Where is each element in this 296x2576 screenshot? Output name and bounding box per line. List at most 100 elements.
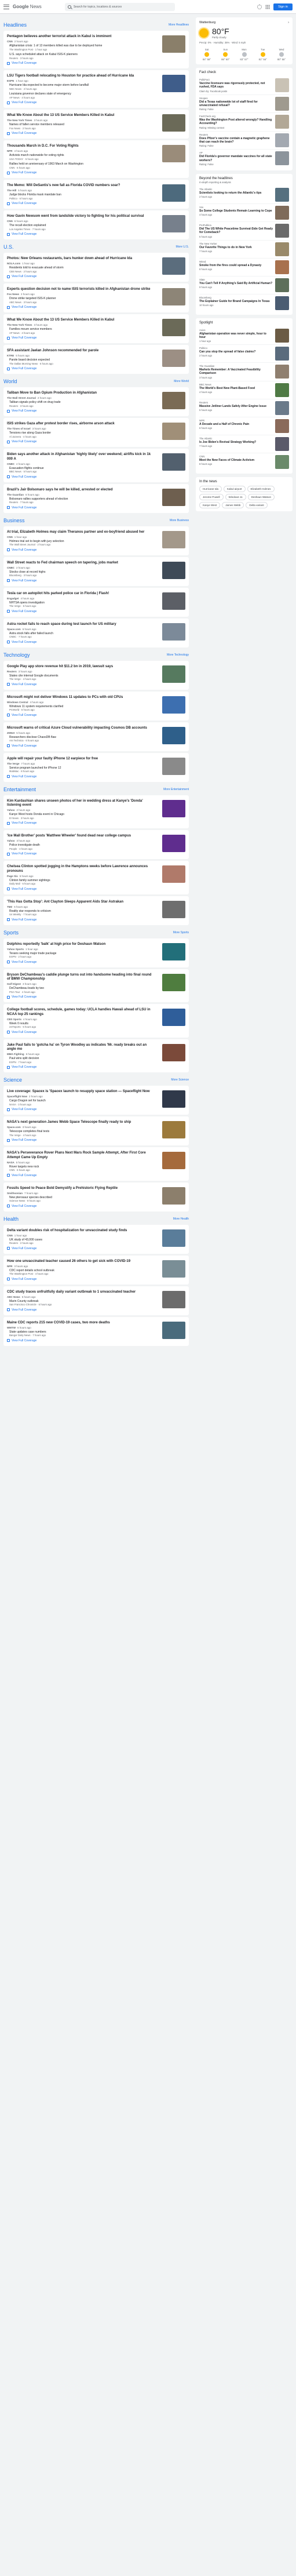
full-coverage-link[interactable]: View Full Coverage <box>7 1308 185 1312</box>
story-source[interactable]: Yahoo Sports <box>7 948 24 951</box>
side-story-title[interactable]: Markets Remember: A Vaccinated Feasibili… <box>199 368 273 376</box>
story-source[interactable]: Windows Central <box>7 701 28 704</box>
full-coverage-link[interactable]: View Full Coverage <box>7 506 185 510</box>
story-thumbnail[interactable] <box>162 488 185 506</box>
story-thumbnail[interactable] <box>162 757 185 775</box>
story-thumbnail[interactable] <box>162 799 185 817</box>
side-story[interactable]: CNN Meet the New Faces of Climate Activis… <box>199 452 289 471</box>
side-story-title[interactable]: A Decade and a Half of Chronic Pain <box>199 423 273 426</box>
section-more-link[interactable]: More Sports <box>173 931 189 934</box>
forecast-day[interactable]: Wed 80° 55° <box>274 48 289 61</box>
story-thumbnail[interactable] <box>162 1229 185 1247</box>
related-story[interactable]: Hurricane Ida expected to become major s… <box>9 83 148 91</box>
side-story[interactable]: The Guardian Markets Remember: A Vaccinat… <box>199 362 289 381</box>
side-story-thumbnail[interactable] <box>275 365 289 379</box>
full-coverage-link[interactable]: View Full Coverage <box>7 579 185 583</box>
story-title[interactable]: The Memo: Will DeSantis's new fall as Fl… <box>7 184 155 188</box>
story-title[interactable]: Google Play app store revenue hit $11.2 … <box>7 665 155 670</box>
side-story[interactable]: The Atlantic Scientists looking to return… <box>199 186 289 203</box>
section-title[interactable]: Headlines <box>3 22 27 28</box>
story-thumbnail[interactable] <box>162 114 185 132</box>
side-story-title[interactable]: Did The US White Peacetime Survival-Side… <box>199 227 273 235</box>
story-thumbnail[interactable] <box>162 1321 185 1339</box>
story-source[interactable]: The Times of Israel <box>7 427 31 430</box>
full-coverage-link[interactable]: View Full Coverage <box>7 714 185 717</box>
story-thumbnail[interactable] <box>162 184 185 202</box>
side-story[interactable]: BBC News The World's Best New Plant-Based… <box>199 380 289 399</box>
related-story[interactable]: Holmes trial set to begin with jury sele… <box>9 540 148 547</box>
story-title[interactable]: SFA assistant Jaelan Johnson recommended… <box>7 349 155 354</box>
full-coverage-link[interactable]: View Full Coverage <box>7 171 185 174</box>
topic-chip[interactable]: Elizabeth Holmes <box>247 485 275 492</box>
story-title[interactable]: Wall Street reacts to Fed chairman speec… <box>7 561 155 566</box>
related-story[interactable]: Names of fallen service members released… <box>9 123 148 130</box>
search-icon[interactable] <box>67 5 71 9</box>
side-story-thumbnail[interactable] <box>275 205 289 220</box>
story-title[interactable]: Jake Paul fails to 'gotcha ha' on Tyron … <box>7 1043 155 1052</box>
full-coverage-link[interactable]: View Full Coverage <box>7 232 185 236</box>
story-thumbnail[interactable] <box>162 623 185 641</box>
section-title[interactable]: Technology <box>3 652 30 658</box>
full-coverage-link[interactable]: View Full Coverage <box>7 1108 185 1111</box>
apps-grid-icon[interactable] <box>265 4 271 9</box>
related-story[interactable]: The recall election explained Los Angeles… <box>9 224 148 231</box>
side-story-title[interactable]: Did a Texas nationwide lot of staff fire… <box>199 100 273 108</box>
side-story[interactable]: FactCheck.org Was the Washington Post alt… <box>199 112 289 131</box>
side-story-thumbnail[interactable] <box>275 436 289 451</box>
section-title[interactable]: Business <box>3 518 25 523</box>
side-story-title[interactable]: Did Florida's governor mandate vaccines … <box>199 155 273 162</box>
story-thumbnail[interactable] <box>162 1187 185 1205</box>
story-source[interactable]: NPR <box>7 150 13 152</box>
related-story[interactable]: New pterosaur species described Science N… <box>9 1196 148 1203</box>
side-story-title[interactable]: Can you stop the spread of false claims? <box>199 350 273 354</box>
story-thumbnail[interactable] <box>162 75 185 92</box>
full-coverage-link[interactable]: View Full Coverage <box>7 1031 185 1034</box>
story-title[interactable]: Microsoft warns of critical Azure Cloud … <box>7 726 155 731</box>
full-coverage-link[interactable]: View Full Coverage <box>7 440 185 443</box>
side-story-thumbnail[interactable] <box>275 151 289 166</box>
story-source[interactable]: Space.com <box>7 628 21 631</box>
section-more-link[interactable]: More Headlines <box>169 23 189 27</box>
side-story[interactable]: The Atlantic Is Joe Biden's Revival Strat… <box>199 434 289 453</box>
story-title[interactable]: How Gavin Newsom went from landslide vic… <box>7 214 155 219</box>
story-title[interactable]: Kim Kardashian shares unseen photos of h… <box>7 799 155 808</box>
story-title[interactable]: What We Know About the 13 US Service Mem… <box>7 114 155 118</box>
side-story[interactable]: AP Did Florida's governor mandate vaccine… <box>199 149 289 168</box>
section-more-link[interactable]: More Science <box>171 1078 189 1082</box>
side-story-thumbnail[interactable] <box>275 96 289 111</box>
forecast-day[interactable]: Tue 81° 56° <box>255 48 271 61</box>
related-story[interactable]: Afghanistan crisis: 1 of 13 members kill… <box>9 44 148 52</box>
related-story[interactable]: Researchers disclose ChaosDB flaw Ars Tec… <box>9 736 148 743</box>
section-more-link[interactable]: More Entertainment <box>163 788 189 791</box>
section-title[interactable]: World <box>3 379 17 384</box>
topic-chip[interactable]: Windows 11 <box>225 493 246 500</box>
story-source[interactable]: Smithsonian <box>7 1192 23 1195</box>
story-source[interactable]: Engadget <box>7 597 19 600</box>
side-story-title[interactable]: The World's Best New Plant-Based Food <box>199 387 273 390</box>
story-source[interactable]: The Hill <box>7 189 16 192</box>
section-more-link[interactable]: More Technology <box>167 653 189 657</box>
story-title[interactable]: At trial, Elizabeth Holmes may claim The… <box>7 530 155 535</box>
related-story[interactable]: Louisiana governor declares state of eme… <box>9 92 148 100</box>
story-source[interactable]: The Wall Street Journal <box>7 396 36 399</box>
full-coverage-link[interactable]: View Full Coverage <box>7 275 185 278</box>
story-thumbnail[interactable] <box>162 900 185 918</box>
related-story[interactable]: Police investigate death People · 4 hours… <box>9 843 148 851</box>
section-title[interactable]: Health <box>3 1216 19 1222</box>
story-thumbnail[interactable] <box>162 392 185 409</box>
side-story-thumbnail[interactable] <box>275 223 289 238</box>
story-thumbnail[interactable] <box>162 973 185 991</box>
side-story-thumbnail[interactable] <box>275 78 289 92</box>
full-coverage-link[interactable]: View Full Coverage <box>7 683 185 686</box>
side-story-title[interactable]: Scientists looking to return the Atlanti… <box>199 191 273 195</box>
story-thumbnail[interactable] <box>162 423 185 440</box>
story-thumbnail[interactable] <box>162 288 185 305</box>
side-story[interactable]: PolitiFact Vaccine licensure was rigorous… <box>199 77 289 94</box>
topic-chip[interactable]: Deshaun Watson <box>247 493 275 500</box>
related-story[interactable]: Activists march nationwide for voting ri… <box>9 154 148 161</box>
related-story[interactable]: Families mourn service members AP News · … <box>9 328 148 335</box>
side-story-title[interactable]: Vaccine licensure was rigorously protect… <box>199 82 273 89</box>
forecast-day[interactable]: Sun 86° 60° <box>218 48 233 61</box>
menu-icon[interactable] <box>3 4 9 9</box>
side-story-title[interactable]: Was the Washington Post altered wrongly?… <box>199 118 273 126</box>
